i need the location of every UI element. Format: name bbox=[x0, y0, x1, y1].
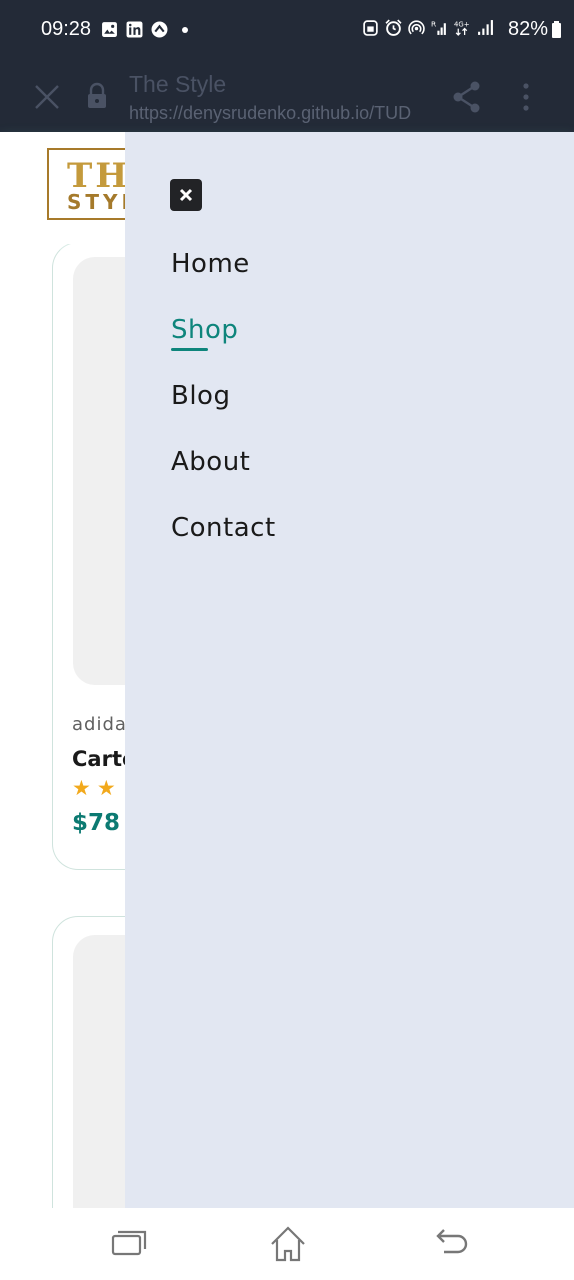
notification-dot bbox=[182, 26, 188, 33]
image-icon bbox=[102, 22, 117, 37]
lock-icon[interactable] bbox=[86, 82, 108, 110]
close-icon bbox=[179, 188, 193, 202]
product-rating: ★ ★ bbox=[72, 778, 116, 799]
url-field[interactable]: https://denysrudenko.github.io/TUD bbox=[129, 103, 431, 124]
status-time: 09:28 bbox=[41, 18, 92, 40]
status-left-icons bbox=[101, 21, 188, 38]
nav-item-contact[interactable]: Contact bbox=[171, 513, 276, 543]
battery-icon bbox=[552, 21, 561, 38]
4g-plus-icon: 4G+ bbox=[454, 20, 470, 36]
vpn-icon bbox=[151, 21, 168, 38]
linkedin-icon bbox=[126, 21, 143, 38]
signal-icon bbox=[478, 20, 493, 35]
nav-item-shop[interactable]: Shop bbox=[171, 315, 238, 345]
more-options-icon[interactable] bbox=[520, 82, 532, 112]
hotspot-icon bbox=[408, 20, 425, 35]
recent-apps-icon[interactable] bbox=[108, 1224, 148, 1264]
nav-item-home[interactable]: Home bbox=[171, 249, 250, 279]
browser-toolbar: The Style https://denysrudenko.github.io… bbox=[0, 62, 574, 132]
nav-item-about[interactable]: About bbox=[171, 447, 250, 477]
share-icon[interactable] bbox=[452, 80, 482, 114]
lock-badge-icon bbox=[363, 20, 378, 36]
product-price: $78 bbox=[72, 810, 121, 836]
active-nav-underline bbox=[171, 348, 208, 351]
star-icon: ★ bbox=[72, 776, 91, 800]
home-icon[interactable] bbox=[268, 1224, 308, 1264]
system-nav-bar bbox=[0, 1208, 574, 1280]
page-title: The Style bbox=[129, 71, 227, 97]
drawer-close-button[interactable] bbox=[170, 179, 202, 211]
svg-text:4G+: 4G+ bbox=[454, 20, 470, 28]
alarm-icon bbox=[385, 19, 402, 36]
back-icon[interactable] bbox=[430, 1224, 470, 1264]
svg-text:R: R bbox=[431, 19, 436, 28]
signal-r-icon: R bbox=[431, 19, 446, 35]
star-icon: ★ bbox=[96, 776, 116, 800]
nav-item-blog[interactable]: Blog bbox=[171, 381, 230, 411]
status-right-icons: R 4G+ bbox=[362, 19, 494, 36]
nav-drawer: Home Shop Blog About Contact bbox=[125, 132, 574, 1208]
battery-percent: 82% bbox=[507, 18, 548, 40]
close-tab-icon[interactable] bbox=[34, 84, 60, 110]
status-bar: 09:28 R 4G+ 82% bbox=[0, 0, 574, 62]
